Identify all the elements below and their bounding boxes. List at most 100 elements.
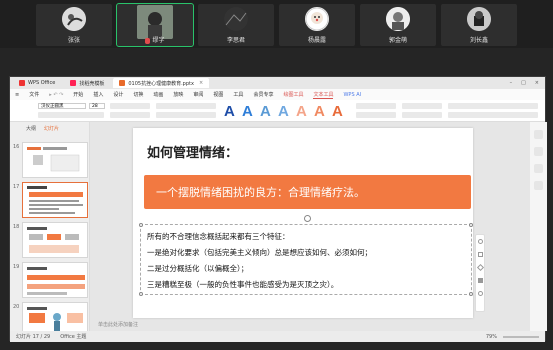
- outline-icon[interactable]: [476, 263, 484, 272]
- text-effect-options[interactable]: [356, 112, 396, 118]
- resize-handle[interactable]: [139, 223, 143, 227]
- body-text[interactable]: 所有的不合理信念概括起来都有三个特征： 一是绝对化要求（包括完美主义倾向）总是想…: [147, 229, 372, 293]
- menu-item[interactable]: 审阅: [193, 91, 203, 98]
- text-style-a-icon[interactable]: A: [314, 103, 325, 120]
- participant-name: 张张: [67, 37, 80, 44]
- slide-title[interactable]: 如何管理情绪：: [147, 142, 238, 161]
- rotate-handle-icon[interactable]: [304, 215, 311, 222]
- layers-icon[interactable]: [477, 239, 483, 244]
- participant-tile[interactable]: 杨晨露: [279, 4, 355, 46]
- resize-handle[interactable]: [139, 292, 143, 296]
- menu-item[interactable]: 设计: [113, 91, 123, 98]
- slide-thumbnail[interactable]: [22, 142, 88, 178]
- right-sidebar: [530, 122, 547, 331]
- participant-name: 郭金萌: [388, 37, 407, 44]
- text-fill-options[interactable]: [356, 103, 396, 109]
- text-style-a-icon[interactable]: A: [242, 103, 253, 120]
- hamburger-icon[interactable]: ≡: [15, 92, 19, 98]
- menu-bar: ≡ 文件 ▸ ↶ ↷ 开始 插入 设计 切换 动画 放映 审阅 视图 工具 会员…: [10, 89, 545, 100]
- text-style-a-icon[interactable]: A: [260, 103, 271, 120]
- participant-name: 刘长鑫: [469, 37, 488, 44]
- text-options[interactable]: [156, 103, 216, 109]
- quick-tools-icon[interactable]: ▸ ↶ ↷: [49, 92, 63, 98]
- wps-window: WPS Office 找稻壳模板 0105抗挫心理健康教育.pptx × – □ …: [9, 76, 547, 342]
- slide-thumbnail[interactable]: [22, 222, 88, 258]
- slide[interactable]: 如何管理情绪： 一个摆脱情绪困扰的良方：合理情绪疗法。 所有的不合理信念概括起来…: [133, 128, 485, 318]
- zoom-slider[interactable]: [503, 335, 539, 338]
- slide-number: 19: [13, 264, 20, 270]
- ppt-file-icon: [119, 80, 126, 86]
- menu-item[interactable]: 会员专享: [253, 91, 273, 98]
- menu-item[interactable]: 开始: [73, 91, 83, 98]
- slide-thumbnail-selected[interactable]: [22, 182, 88, 218]
- tab-document[interactable]: 0105抗挫心理健康教育.pptx ×: [113, 78, 210, 88]
- participant-name: 缪字: [117, 35, 193, 44]
- menu-item[interactable]: 动画: [153, 91, 163, 98]
- close-icon[interactable]: ×: [199, 80, 203, 86]
- participant-tile-active[interactable]: 缪字: [116, 3, 194, 47]
- paragraph-buttons[interactable]: [110, 103, 150, 109]
- align-buttons[interactable]: [110, 112, 150, 118]
- menu-item-selected[interactable]: 文本工具: [313, 91, 334, 99]
- text-style-a-icon[interactable]: A: [332, 103, 343, 120]
- slide-number: 18: [13, 224, 20, 230]
- shape-outline-options[interactable]: [402, 112, 442, 118]
- resize-handle[interactable]: [469, 223, 473, 227]
- avatar: [224, 7, 248, 31]
- slide-thumbnail[interactable]: [22, 262, 88, 298]
- mic-muted-icon: [145, 37, 151, 44]
- maximize-icon[interactable]: □: [521, 80, 526, 86]
- font-size-select[interactable]: 28: [89, 103, 105, 109]
- resize-handle[interactable]: [469, 292, 473, 296]
- menu-item[interactable]: 切换: [133, 91, 143, 98]
- text-style-a-icon[interactable]: A: [224, 103, 235, 120]
- more-icon[interactable]: [477, 291, 483, 296]
- slide-number: 20: [13, 304, 20, 310]
- body-line: 一是绝对化要求（包括完美主义倾向）总是想应该如何、必须如何；: [147, 248, 372, 257]
- menu-item[interactable]: 工具: [233, 91, 243, 98]
- format-pane-icon[interactable]: [534, 130, 543, 139]
- menu-item[interactable]: 放映: [173, 91, 183, 98]
- format-buttons[interactable]: [38, 112, 104, 118]
- zoom-level[interactable]: 79%: [486, 334, 497, 340]
- tab-template[interactable]: 找稻壳模板: [64, 78, 110, 88]
- close-window-icon[interactable]: ×: [535, 80, 539, 86]
- participant-tile[interactable]: 刘长鑫: [441, 4, 517, 46]
- slides-tab[interactable]: 幻灯片: [44, 125, 59, 132]
- text-options-2[interactable]: [156, 112, 216, 118]
- fill-icon[interactable]: [477, 252, 483, 257]
- menu-item[interactable]: 绘图工具: [283, 91, 303, 98]
- outline-tab[interactable]: 大纲: [26, 125, 36, 132]
- slide-thumbnail-pane: 大纲 幻灯片 16 17 18 19 20: [10, 122, 90, 338]
- participant-tile[interactable]: 李思君: [198, 4, 274, 46]
- shape-fill-options[interactable]: [402, 103, 442, 109]
- text-box-selected[interactable]: 所有的不合理信念概括起来都有三个特征： 一是绝对化要求（包括完美主义倾向）总是想…: [139, 215, 473, 296]
- animation-pane-icon[interactable]: [534, 147, 543, 156]
- rotate-options[interactable]: [448, 112, 538, 118]
- menu-item[interactable]: 视图: [213, 91, 223, 98]
- text-style-a-icon[interactable]: A: [296, 103, 307, 120]
- participant-tile[interactable]: 张张: [36, 4, 112, 46]
- crop-icon[interactable]: [477, 278, 483, 283]
- avatar: [386, 7, 410, 31]
- tab-wps-office[interactable]: WPS Office: [13, 78, 61, 88]
- wps-ai-button[interactable]: WPS AI: [343, 92, 361, 98]
- settings-icon[interactable]: [534, 181, 543, 190]
- participant-tile[interactable]: 郭金萌: [360, 4, 436, 46]
- minimize-icon[interactable]: –: [510, 80, 513, 86]
- participant-name: 李思君: [226, 37, 245, 44]
- body-line: 三是糟糕至极（一般的负性事件也能感受为是灭顶之灾）。: [147, 280, 339, 289]
- notes-placeholder[interactable]: 单击此处添加备注: [98, 321, 138, 328]
- avatar: [62, 7, 86, 31]
- font-name-select[interactable]: 汉仪正圆黑: [38, 103, 86, 109]
- menu-item[interactable]: 插入: [93, 91, 103, 98]
- banner[interactable]: 一个摆脱情绪困扰的良方：合理情绪疗法。: [144, 175, 471, 209]
- floating-toolbar: [475, 234, 485, 312]
- text-style-a-icon[interactable]: A: [278, 103, 289, 120]
- design-pane-icon[interactable]: [534, 164, 543, 173]
- menu-item[interactable]: 文件: [29, 91, 39, 98]
- body-line: 所有的不合理信念概括起来都有三个特征：: [147, 232, 290, 241]
- slide-counter: 幻灯片 17 / 29: [16, 334, 51, 340]
- template-icon: [70, 80, 77, 86]
- arrange-options[interactable]: [448, 103, 538, 109]
